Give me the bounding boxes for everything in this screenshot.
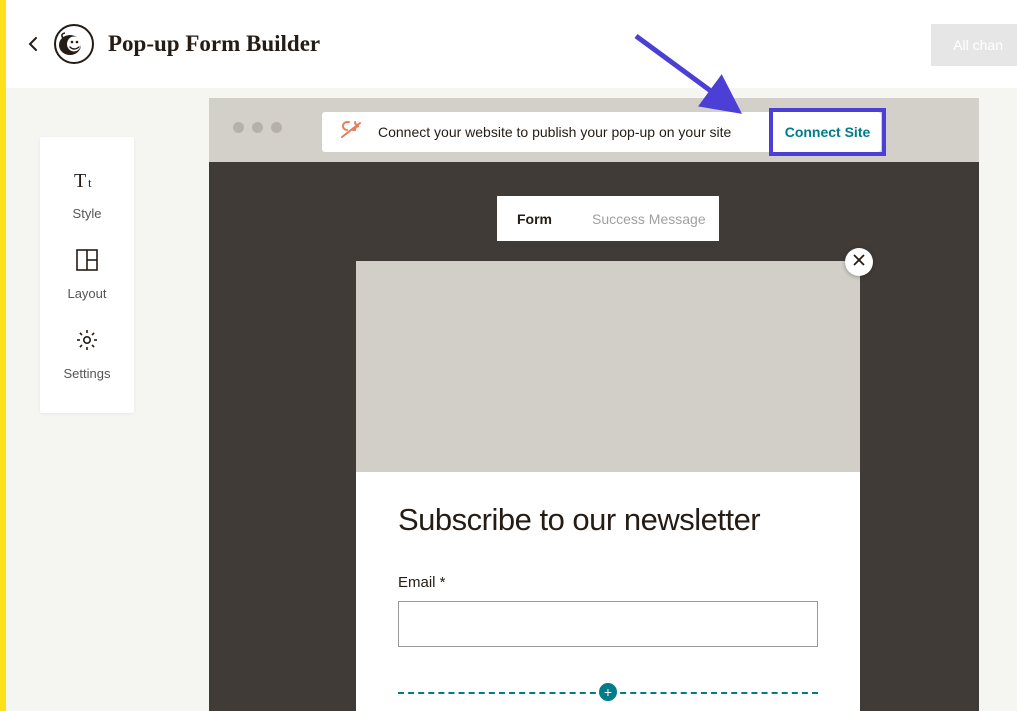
preview-tab-switcher: Form Success Message [497, 196, 719, 241]
connect-site-button[interactable]: Connect Site [769, 108, 886, 156]
email-field[interactable] [398, 601, 818, 647]
plus-icon: + [604, 684, 612, 700]
window-traffic-lights-icon [233, 122, 282, 133]
sidebar-item-style[interactable]: T t Style [40, 155, 134, 235]
add-field-row: + [398, 685, 818, 699]
gear-icon [76, 329, 98, 366]
page-title: Pop-up Form Builder [108, 31, 320, 57]
popup-body: Subscribe to our newsletter Email * + [356, 472, 860, 711]
app-header: Pop-up Form Builder All chan [6, 0, 1017, 88]
popup-hero-image-placeholder[interactable] [356, 261, 860, 472]
layout-icon [76, 249, 98, 286]
mailchimp-logo-icon [54, 24, 94, 64]
svg-text:T: T [74, 170, 86, 191]
close-icon [853, 253, 865, 271]
sidebar-item-label: Style [73, 206, 102, 221]
preview-dark-area: Form Success Message Subscribe to our ne… [209, 162, 979, 711]
svg-text:t: t [88, 175, 92, 190]
sidebar-item-label: Settings [64, 366, 111, 381]
sidebar-item-settings[interactable]: Settings [40, 315, 134, 395]
popup-heading[interactable]: Subscribe to our newsletter [398, 502, 818, 538]
preview-window: Connect your website to publish your pop… [209, 98, 979, 711]
type-icon: T t [74, 169, 100, 206]
all-changes-button[interactable]: All chan [931, 24, 1017, 66]
tab-form[interactable]: Form [497, 196, 572, 241]
back-chevron-icon[interactable] [26, 36, 42, 52]
add-field-button[interactable]: + [599, 683, 617, 701]
editor-sidebar: T t Style Layout [40, 137, 134, 413]
tab-success-message[interactable]: Success Message [572, 196, 726, 241]
popup-preview-card: Subscribe to our newsletter Email * + [356, 261, 860, 711]
email-field-label: Email * [398, 574, 818, 591]
sidebar-item-layout[interactable]: Layout [40, 235, 134, 315]
unlink-icon [340, 121, 362, 144]
close-popup-button[interactable] [845, 248, 873, 276]
sidebar-item-label: Layout [67, 286, 106, 301]
